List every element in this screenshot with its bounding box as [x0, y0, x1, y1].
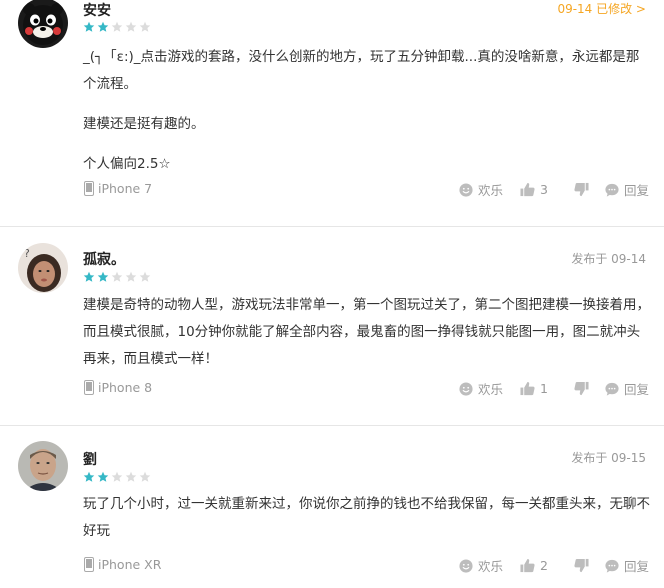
dislike-button[interactable] — [574, 558, 589, 573]
svg-text:?: ? — [24, 247, 30, 260]
device-info: iPhone 8 — [84, 380, 152, 395]
review-paragraph: 个人偏向2.5☆ — [83, 156, 171, 172]
device-info: iPhone 7 — [84, 181, 152, 196]
avatar[interactable] — [18, 441, 68, 491]
like-button[interactable]: 2 — [520, 558, 548, 573]
device-info: iPhone XR — [84, 557, 161, 572]
avatar[interactable] — [18, 0, 68, 48]
thumbs-down-icon — [574, 381, 589, 396]
star-empty-icon — [125, 471, 137, 482]
star-empty-icon — [111, 471, 123, 482]
fun-button[interactable]: 欢乐 — [459, 556, 503, 575]
phone-icon — [84, 181, 94, 196]
fun-label: 欢乐 — [478, 382, 504, 397]
reply-label: 回复 — [623, 382, 649, 397]
reply-label: 回复 — [623, 183, 649, 198]
reply-button[interactable]: 回复 — [605, 556, 649, 575]
review-date: 发布于 09-14 — [571, 252, 646, 266]
divider — [0, 226, 664, 227]
avatar[interactable]: ? — [18, 243, 68, 293]
star-rating — [83, 21, 151, 33]
phone-icon — [84, 557, 94, 572]
review-paragraph: _(┐「ε:)_点击游戏的套路，没什么创新的地方，玩了五分钟卸载...真的没啥新… — [83, 49, 640, 92]
username[interactable]: 安安 — [83, 0, 111, 20]
star-empty-icon — [139, 21, 151, 32]
like-button[interactable]: 1 — [520, 381, 548, 396]
star-empty-icon — [139, 471, 151, 482]
review-actions: 欢乐 2 回复 — [459, 556, 649, 575]
star-filled-icon — [97, 471, 109, 482]
username[interactable]: 孤寂。 — [83, 249, 125, 269]
thumbs-down-icon — [574, 182, 589, 197]
review-actions: 欢乐 3 回复 — [459, 180, 649, 199]
review-paragraph: 建模还是挺有趣的。 — [83, 116, 205, 132]
review-paragraph: 建模是奇特的动物人型，游戏玩法非常单一，第一个图玩过关了，第二个图把建模一换接着… — [83, 297, 650, 367]
star-filled-icon — [83, 271, 95, 282]
review-paragraph: 玩了几个小时，过一关就重新来过，你说你之前挣的钱也不给我保留，每一关都重头来，无… — [83, 496, 650, 539]
star-filled-icon — [83, 21, 95, 32]
review-body: 建模是奇特的动物人型，游戏玩法非常单一，第一个图玩过关了，第二个图把建模一换接着… — [83, 292, 651, 373]
like-count: 3 — [540, 182, 548, 197]
divider — [0, 425, 664, 426]
fun-button[interactable]: 欢乐 — [459, 180, 503, 199]
dislike-button[interactable] — [574, 381, 589, 396]
review-actions: 欢乐 1 回复 — [459, 379, 649, 398]
reply-button[interactable]: 回复 — [605, 180, 649, 199]
thumbs-up-icon — [520, 182, 535, 197]
star-rating — [83, 471, 151, 483]
star-filled-icon — [97, 271, 109, 282]
fun-button[interactable]: 欢乐 — [459, 379, 503, 398]
comment-icon — [605, 382, 619, 396]
reply-button[interactable]: 回复 — [605, 379, 649, 398]
fun-label: 欢乐 — [478, 559, 504, 574]
star-empty-icon — [125, 21, 137, 32]
star-filled-icon — [83, 471, 95, 482]
smile-icon — [459, 558, 473, 573]
comment-icon — [605, 559, 619, 573]
review-date: 发布于 09-15 — [571, 451, 646, 465]
review-body: 玩了几个小时，过一关就重新来过，你说你之前挣的钱也不给我保留，每一关都重头来，无… — [83, 491, 651, 545]
thumbs-up-icon — [520, 381, 535, 396]
thumbs-down-icon — [574, 558, 589, 573]
reply-label: 回复 — [623, 559, 649, 574]
star-empty-icon — [139, 271, 151, 282]
star-filled-icon — [97, 21, 109, 32]
review-body: _(┐「ε:)_点击游戏的套路，没什么创新的地方，玩了五分钟卸载...真的没啥新… — [83, 44, 651, 178]
smile-icon — [459, 381, 473, 396]
username[interactable]: 劉 — [83, 449, 97, 469]
star-rating — [83, 271, 151, 283]
review-date-edited[interactable]: 09-14 已修改 > — [557, 0, 646, 17]
device-name: iPhone 8 — [98, 380, 153, 395]
device-name: iPhone 7 — [98, 181, 153, 196]
phone-icon — [84, 380, 94, 395]
smile-icon — [459, 182, 473, 197]
dislike-button[interactable] — [574, 182, 589, 197]
like-count: 1 — [540, 381, 548, 396]
like-button[interactable]: 3 — [520, 182, 548, 197]
thumbs-up-icon — [520, 558, 535, 573]
device-name: iPhone XR — [98, 557, 162, 572]
fun-label: 欢乐 — [478, 183, 504, 198]
star-empty-icon — [111, 271, 123, 282]
star-empty-icon — [125, 271, 137, 282]
comment-icon — [605, 183, 619, 197]
like-count: 2 — [540, 558, 548, 573]
star-empty-icon — [111, 21, 123, 32]
